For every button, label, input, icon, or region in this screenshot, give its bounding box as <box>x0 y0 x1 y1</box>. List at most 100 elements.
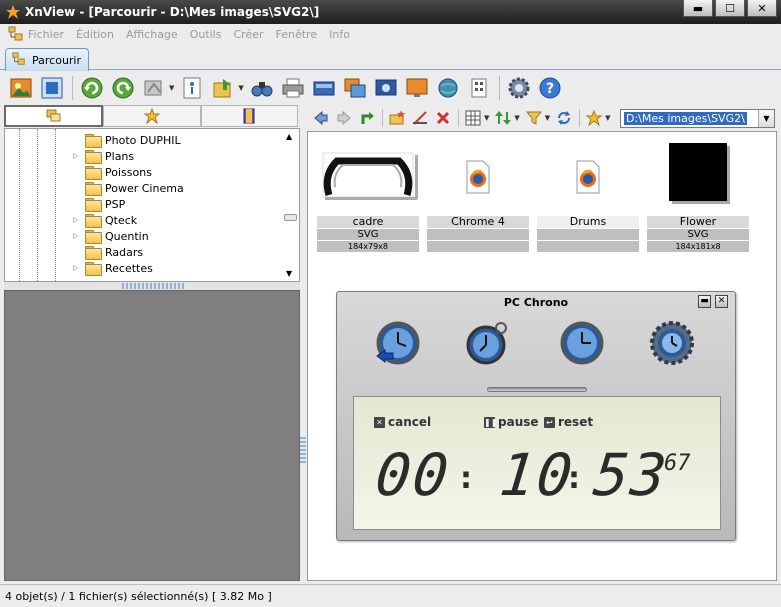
thumbnail-item[interactable]: cadre SVG 184x79x8 <box>317 137 419 252</box>
menu-fenetre[interactable]: Fenêtre <box>276 28 318 41</box>
menu-edition[interactable]: Édition <box>76 28 114 41</box>
rotate-right-button[interactable] <box>110 75 136 101</box>
expand-arrow-icon[interactable]: ▷ <box>73 216 81 224</box>
close-button[interactable]: ✕ <box>747 0 777 17</box>
contact-sheet-icon[interactable] <box>466 75 492 101</box>
thumbnail-item[interactable]: Drums <box>537 137 639 252</box>
thumbnail-image[interactable] <box>647 137 749 215</box>
thumbnail-dimensions <box>537 241 639 252</box>
menu-outils[interactable]: Outils <box>190 28 222 41</box>
refresh-icon[interactable] <box>555 109 573 127</box>
tree-view-icon[interactable] <box>8 26 24 42</box>
tree-item[interactable]: Poissons <box>85 164 152 180</box>
tab-label: Parcourir <box>32 53 82 67</box>
print-icon[interactable] <box>280 75 306 101</box>
maximize-button[interactable]: ☐ <box>715 0 745 17</box>
delete-icon[interactable] <box>434 109 452 127</box>
horizontal-splitter[interactable] <box>4 282 300 290</box>
tree-item[interactable]: PSP <box>85 196 125 212</box>
tab-categories[interactable] <box>200 105 298 127</box>
path-value[interactable]: D:\Mes images\SVG2\ <box>624 112 747 125</box>
path-combobox[interactable]: D:\Mes images\SVG2\ ▼ <box>620 109 775 128</box>
tree-item[interactable]: Power Cinema <box>85 180 184 196</box>
splitter-grip[interactable] <box>122 283 186 289</box>
chrono-minimize-button[interactable]: ▬ <box>698 295 711 308</box>
menu-info[interactable]: Info <box>329 28 350 41</box>
dropdown-arrow-icon[interactable]: ▼ <box>169 84 174 92</box>
tab-folders[interactable] <box>4 105 104 127</box>
slideshow-icon[interactable] <box>342 75 368 101</box>
rotate-left-button[interactable] <box>79 75 105 101</box>
bookmark-star-icon[interactable] <box>585 109 603 127</box>
parent-folder-icon[interactable] <box>358 109 376 127</box>
preview-pane <box>4 290 300 581</box>
tree-item[interactable]: Photo DUPHIL <box>85 132 181 148</box>
expand-arrow-icon[interactable]: ▷ <box>73 152 81 160</box>
dropdown-arrow-icon[interactable]: ▼ <box>545 114 550 122</box>
tree-item[interactable]: ▷ Qteck <box>73 212 137 228</box>
chrono-close-button[interactable]: ✕ <box>715 295 728 308</box>
expand-arrow-icon[interactable]: ▷ <box>73 232 81 240</box>
menu-fichier[interactable]: Fichier <box>28 28 64 41</box>
clock-settings-gear-icon[interactable] <box>649 320 695 366</box>
tab-favorites[interactable] <box>103 105 201 127</box>
export-button[interactable] <box>210 75 236 101</box>
stopwatch-icon[interactable] <box>465 320 511 366</box>
thumbnail-item[interactable]: Flower SVG 184x181x8 <box>647 137 749 252</box>
scroll-down-arrow-icon[interactable]: ▼ <box>286 269 292 278</box>
forward-arrow-icon[interactable] <box>335 109 353 127</box>
help-icon[interactable]: ? <box>537 75 563 101</box>
splitter-grip[interactable] <box>300 435 306 463</box>
toolbar-separator <box>579 109 581 127</box>
scanner-icon[interactable] <box>311 75 337 101</box>
menu-affichage[interactable]: Affichage <box>126 28 178 41</box>
menu-creer[interactable]: Créer <box>233 28 263 41</box>
tab-bar: Parcourir <box>0 44 781 71</box>
pause-button[interactable]: ❚❚ pause <box>484 415 539 429</box>
tree-item[interactable]: ▷ Plans <box>73 148 134 164</box>
clock-import-icon[interactable] <box>375 320 421 366</box>
tree-item[interactable]: ▷ Quentin <box>73 228 149 244</box>
thumbnail-image[interactable] <box>317 137 419 215</box>
expand-arrow-icon[interactable]: ▷ <box>73 264 81 272</box>
folder-tree: Photo DUPHIL ▷ Plans Poissons Power Cine… <box>4 128 300 282</box>
batch-convert-icon[interactable] <box>141 75 167 101</box>
filter-icon[interactable] <box>525 109 543 127</box>
minimize-button[interactable]: ▬ <box>683 0 713 17</box>
new-folder-icon[interactable] <box>388 109 406 127</box>
firefox-file-icon[interactable] <box>537 137 639 215</box>
sort-icon[interactable] <box>494 109 512 127</box>
web-export-icon[interactable] <box>435 75 461 101</box>
thumbnail-format: SVG <box>647 229 749 240</box>
tree-scrollbar[interactable]: ▲ ▼ <box>282 130 298 280</box>
vertical-splitter[interactable] <box>300 105 306 581</box>
fullscreen-button[interactable] <box>39 75 65 101</box>
tree-item[interactable]: Radars <box>85 244 143 260</box>
binoculars-icon[interactable] <box>249 75 275 101</box>
tree-item-label: Poissons <box>105 165 152 179</box>
firefox-file-icon[interactable] <box>427 137 529 215</box>
view-mode-icon[interactable] <box>464 109 482 127</box>
capture-icon[interactable] <box>373 75 399 101</box>
tab-parcourir[interactable]: Parcourir <box>5 48 89 71</box>
chevron-down-icon[interactable]: ▼ <box>758 110 774 127</box>
dropdown-arrow-icon[interactable]: ▼ <box>514 114 519 122</box>
scroll-up-arrow-icon[interactable]: ▲ <box>286 132 292 141</box>
tree-item[interactable]: ▷ Recettes <box>73 260 153 276</box>
dropdown-arrow-icon[interactable]: ▼ <box>238 84 243 92</box>
chrono-slider[interactable] <box>487 387 587 392</box>
open-image-button[interactable] <box>8 75 34 101</box>
wallpaper-icon[interactable] <box>404 75 430 101</box>
settings-gear-icon[interactable] <box>506 75 532 101</box>
window-title: XnView - [Parcourir - D:\Mes images\SVG2… <box>25 5 320 19</box>
back-arrow-icon[interactable] <box>312 109 330 127</box>
scroll-thumb[interactable] <box>284 214 297 221</box>
properties-button[interactable] <box>179 75 205 101</box>
cancel-button[interactable]: ✕ cancel <box>374 415 431 429</box>
reset-button[interactable]: ↩ reset <box>544 415 593 429</box>
clock-icon[interactable] <box>559 320 605 366</box>
rename-icon[interactable] <box>411 109 429 127</box>
dropdown-arrow-icon[interactable]: ▼ <box>484 114 489 122</box>
thumbnail-item[interactable]: Chrome 4 <box>427 137 529 252</box>
dropdown-arrow-icon[interactable]: ▼ <box>605 114 610 122</box>
